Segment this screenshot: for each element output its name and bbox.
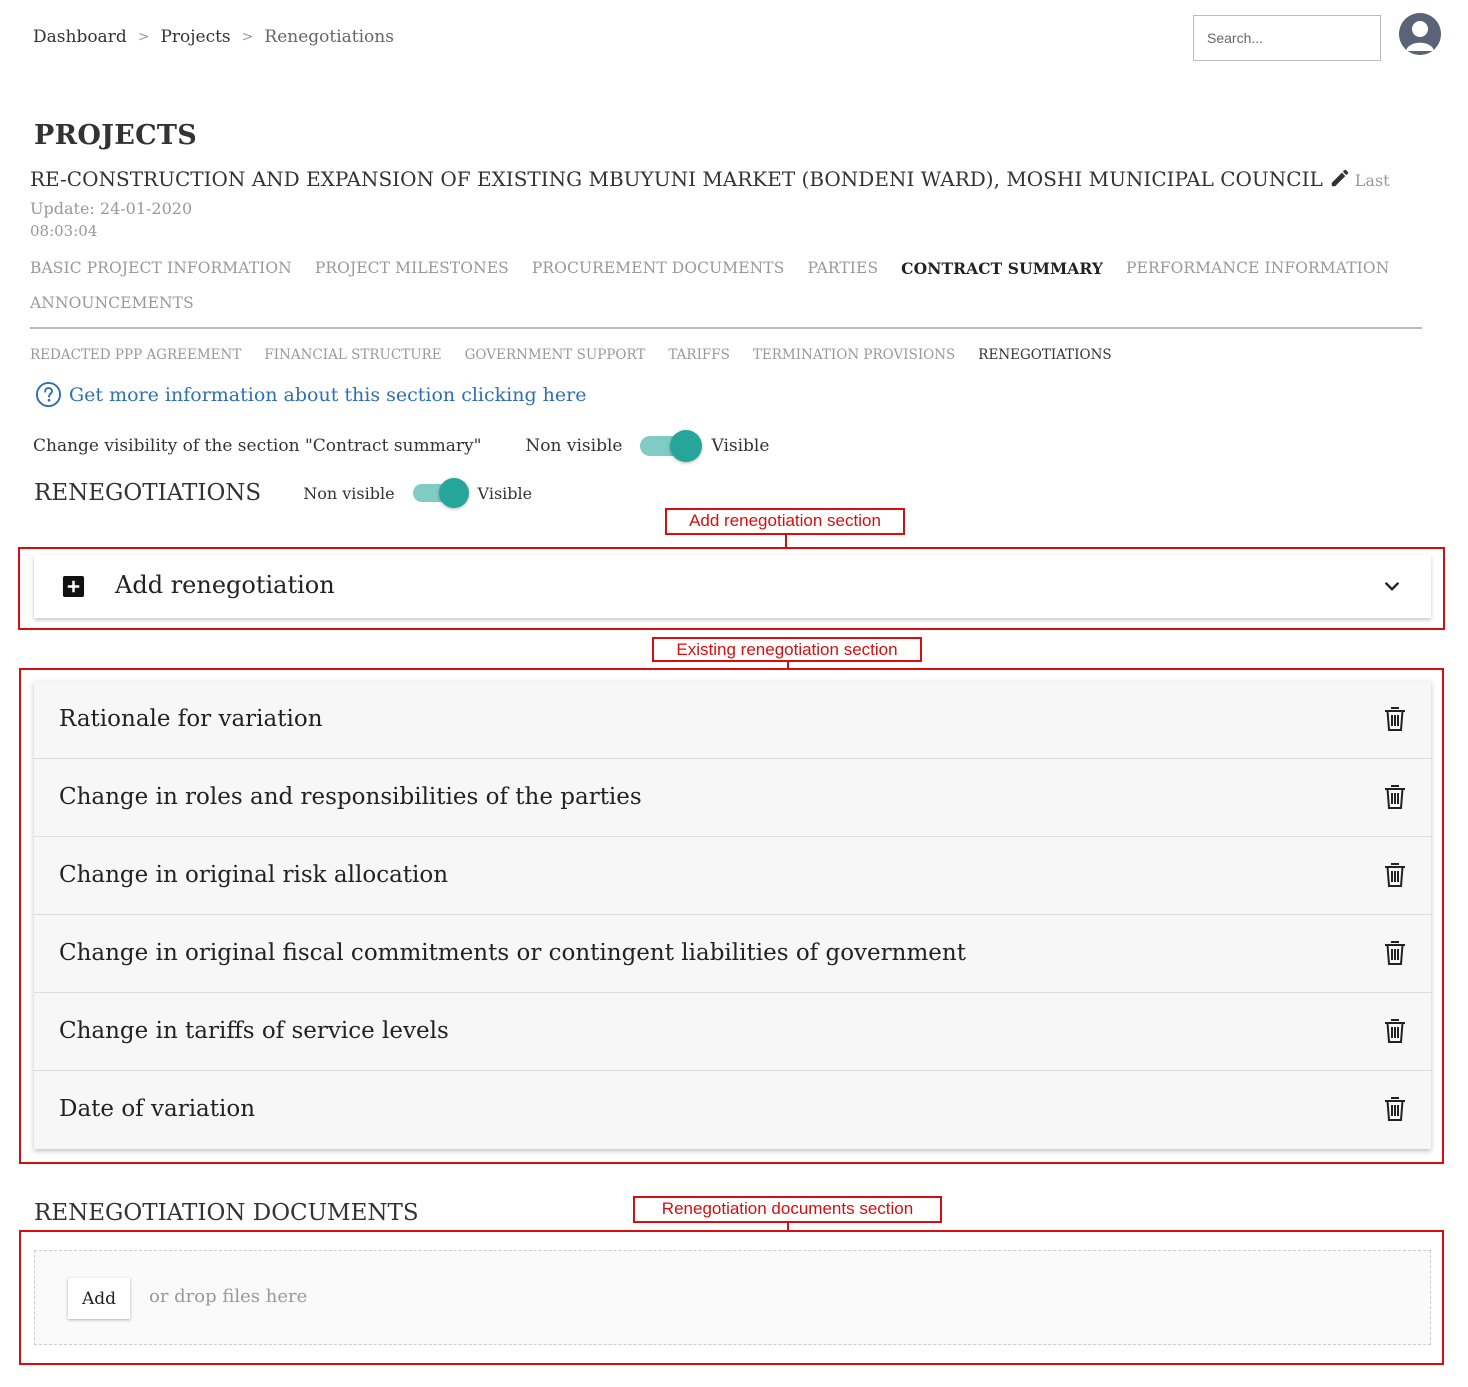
annotation-documents-section: Renegotiation documents section	[633, 1196, 942, 1223]
visible-label: Visible	[711, 436, 770, 456]
renegotiation-item-title: Date of variation	[59, 1096, 256, 1122]
tab-parties[interactable]: PARTIES	[807, 258, 878, 279]
renegotiation-item-title: Change in original risk allocation	[59, 862, 449, 888]
breadcrumb-dashboard[interactable]: Dashboard	[33, 27, 127, 47]
renegotiation-list: Rationale for variation Change in roles …	[34, 681, 1431, 1149]
contract-summary-visibility-toggle[interactable]	[640, 430, 703, 462]
renegotiation-item-title: Change in original fiscal commitments or…	[59, 940, 966, 966]
renegotiation-item-title: Change in tariffs of service levels	[59, 1018, 449, 1044]
breadcrumb-separator: >	[137, 29, 150, 45]
non-visible-label: Non visible	[525, 436, 623, 456]
annotation-add-section: Add renegotiation section	[665, 508, 905, 535]
toggle-knob	[438, 478, 469, 508]
tab-performance-information[interactable]: PERFORMANCE INFORMATION	[1126, 258, 1389, 279]
section-info-link[interactable]: Get more information about this section …	[35, 381, 586, 408]
subtab-termination-provisions[interactable]: TERMINATION PROVISIONS	[753, 347, 955, 363]
list-item[interactable]: Change in tariffs of service levels	[34, 993, 1431, 1071]
renegotiation-item-title: Rationale for variation	[59, 706, 323, 732]
visible-label: Visible	[477, 483, 533, 503]
renegotiations-visibility-row: RENEGOTIATIONS Non visible Visible	[34, 478, 533, 508]
last-update-time: 08:03:04	[30, 222, 98, 240]
toggle-knob	[670, 430, 703, 462]
breadcrumb-separator: >	[241, 29, 254, 45]
add-file-button[interactable]: Add	[68, 1278, 130, 1319]
subtab-renegotiations[interactable]: RENEGOTIATIONS	[978, 347, 1111, 363]
list-item[interactable]: Change in original risk allocation	[34, 837, 1431, 915]
trash-icon[interactable]	[1383, 1018, 1407, 1044]
annotation-existing-section: Existing renegotiation section	[652, 637, 922, 662]
documents-heading: RENEGOTIATION DOCUMENTS	[34, 1200, 419, 1226]
help-circle-icon	[35, 381, 62, 408]
tabs-divider	[30, 327, 1422, 329]
user-avatar-icon[interactable]	[1399, 13, 1441, 55]
renegotiation-item-title: Change in roles and responsibilities of …	[59, 784, 642, 810]
info-link-text: Get more information about this section …	[69, 383, 587, 406]
subtab-redacted-ppp-agreement[interactable]: REDACTED PPP AGREEMENT	[30, 347, 241, 363]
subtab-financial-structure[interactable]: FINANCIAL STRUCTURE	[264, 347, 441, 363]
breadcrumb: Dashboard > Projects > Renegotiations	[33, 27, 394, 47]
tab-announcements[interactable]: ANNOUNCEMENTS	[30, 293, 194, 314]
project-name: RE-CONSTRUCTION AND EXPANSION OF EXISTIN…	[30, 167, 1323, 191]
trash-icon[interactable]	[1383, 940, 1407, 966]
plus-box-icon	[62, 575, 85, 598]
add-renegotiation-label: Add renegotiation	[115, 571, 335, 599]
list-item[interactable]: Date of variation	[34, 1071, 1431, 1149]
list-item[interactable]: Change in original fiscal commitments or…	[34, 915, 1431, 993]
breadcrumb-renegotiations: Renegotiations	[264, 27, 394, 47]
subtab-tariffs[interactable]: TARIFFS	[668, 347, 730, 363]
chevron-down-icon[interactable]	[1381, 575, 1403, 597]
file-dropzone[interactable]: Add or drop files here	[34, 1250, 1431, 1345]
page-title: PROJECTS	[34, 120, 198, 151]
trash-icon[interactable]	[1383, 784, 1407, 810]
drop-hint: or drop files here	[149, 1286, 308, 1307]
annotation-connector	[785, 533, 787, 548]
section-visibility-text: Change visibility of the section "Contra…	[33, 436, 482, 456]
renegotiations-heading: RENEGOTIATIONS	[34, 480, 262, 506]
tab-project-milestones[interactable]: PROJECT MILESTONES	[315, 258, 509, 279]
trash-icon[interactable]	[1383, 862, 1407, 888]
list-item[interactable]: Rationale for variation	[34, 681, 1431, 759]
section-visibility-row: Change visibility of the section "Contra…	[33, 430, 770, 462]
sub-tabs: REDACTED PPP AGREEMENT FINANCIAL STRUCTU…	[30, 347, 1112, 363]
tab-basic-project-information[interactable]: BASIC PROJECT INFORMATION	[30, 258, 292, 279]
trash-icon[interactable]	[1383, 1096, 1407, 1122]
tab-contract-summary[interactable]: CONTRACT SUMMARY	[901, 258, 1103, 279]
list-item[interactable]: Change in roles and responsibilities of …	[34, 759, 1431, 837]
pencil-icon[interactable]	[1329, 167, 1351, 189]
main-tabs: BASIC PROJECT INFORMATION PROJECT MILEST…	[30, 258, 1422, 314]
non-visible-label: Non visible	[303, 483, 395, 503]
project-header: RE-CONSTRUCTION AND EXPANSION OF EXISTIN…	[30, 166, 1450, 242]
tab-procurement-documents[interactable]: PROCUREMENT DOCUMENTS	[532, 258, 785, 279]
search-input[interactable]	[1193, 15, 1381, 61]
add-renegotiation-card[interactable]: Add renegotiation	[34, 555, 1431, 618]
trash-icon[interactable]	[1383, 706, 1407, 732]
breadcrumb-projects[interactable]: Projects	[160, 27, 230, 47]
renegotiations-visibility-toggle[interactable]	[412, 478, 469, 508]
subtab-government-support[interactable]: GOVERNMENT SUPPORT	[465, 347, 646, 363]
